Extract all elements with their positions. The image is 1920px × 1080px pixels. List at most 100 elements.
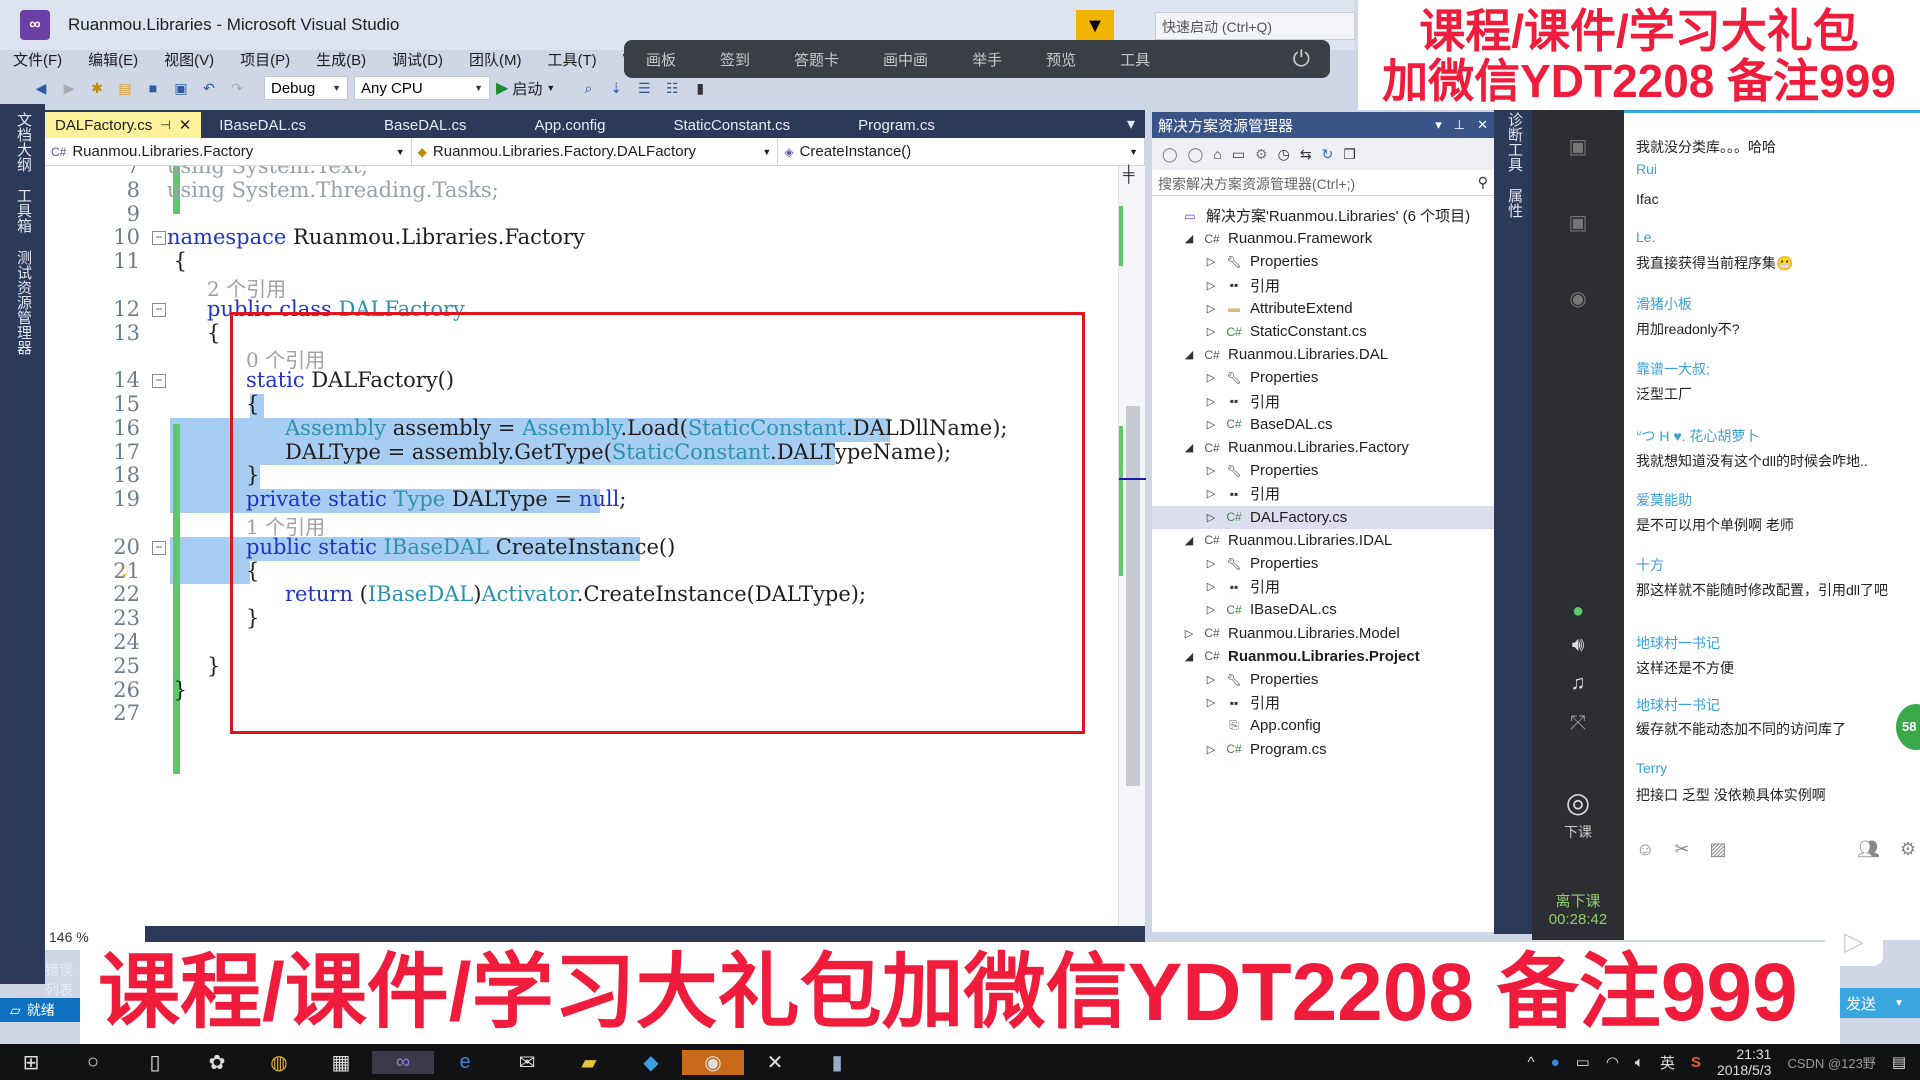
windows-start-icon[interactable]: ⊞ <box>0 1050 62 1075</box>
chat-username[interactable]: 十方 <box>1636 555 1664 575</box>
menu-edit[interactable]: 编辑(E) <box>75 49 151 70</box>
app-icon[interactable]: ◆ <box>620 1050 682 1075</box>
solution-tree-item[interactable]: ◢ C# Ruanmou.Libraries.DAL <box>1152 343 1494 366</box>
power-icon[interactable]: ⏻ <box>1293 46 1310 72</box>
solution-tree-item[interactable]: ▷ C# BaseDAL.cs <box>1152 413 1494 436</box>
menu-debug[interactable]: 调试(D) <box>379 49 456 70</box>
network-app-icon[interactable]: ● <box>1551 1054 1560 1071</box>
expand-arrow-icon[interactable]: ▷ <box>1204 464 1218 477</box>
collapse-arrow-icon[interactable]: ◢ <box>1182 232 1196 245</box>
classroom-preview[interactable]: 预览 <box>1024 49 1098 70</box>
solution-tree-item[interactable]: ◢ C# Ruanmou.Libraries.Project <box>1152 645 1494 668</box>
collapse-arrow-icon[interactable]: ◢ <box>1182 650 1196 663</box>
collapse-arrow-icon[interactable]: ◢ <box>1182 441 1196 454</box>
solution-tree-item[interactable]: ▷ 🔧︎ Properties <box>1152 668 1494 691</box>
save-all-icon[interactable]: ▣ <box>170 78 192 98</box>
settings-icon[interactable]: ⚙ <box>1900 839 1916 860</box>
menu-file[interactable]: 文件(F) <box>0 49 75 70</box>
history-icon[interactable]: ◷ <box>1278 146 1290 163</box>
tab-basedal[interactable]: BaseDAL.cs <box>324 112 485 138</box>
classroom-answer-card[interactable]: 答题卡 <box>772 49 861 70</box>
dock-tab-document-outline[interactable]: 文档大纲 <box>13 112 34 172</box>
classroom-drawing-board[interactable]: 画板 <box>624 49 698 70</box>
solution-tree-item[interactable]: ▷ ▬ AttributeExtend <box>1152 297 1494 320</box>
app-icon[interactable]: ▦ <box>310 1050 372 1075</box>
music-icon[interactable]: ♫ <box>1556 672 1600 695</box>
expand-arrow-icon[interactable]: ▷ <box>1204 395 1218 408</box>
send-button[interactable]: 发送 ▼ <box>1830 988 1920 1018</box>
dropdown-icon[interactable]: ▾ <box>1435 117 1442 133</box>
solution-tree-item[interactable]: ▷ 🔧︎ Properties <box>1152 250 1494 273</box>
solution-tree-item[interactable]: ⎘ App.config <box>1152 714 1494 737</box>
pin-icon[interactable]: ⊣ <box>160 118 170 132</box>
emoji-icon[interactable]: ☺ <box>1636 839 1654 860</box>
chat-username[interactable]: 地球村一书记 <box>1636 633 1720 653</box>
clock[interactable]: 21:31 2018/5/3 <box>1717 1046 1772 1078</box>
search-icon[interactable]: ⚲ <box>1478 174 1488 191</box>
menu-tools[interactable]: 工具(T) <box>534 49 609 70</box>
open-file-icon[interactable]: ▤ <box>114 78 136 98</box>
microphone-icon[interactable]: ● <box>1556 600 1600 623</box>
scrollbar-thumb[interactable] <box>1126 406 1140 786</box>
collapse-all-icon[interactable]: ❐ <box>1343 146 1356 163</box>
solution-platform-select[interactable]: Any CPU ▼ <box>354 76 490 100</box>
member-dropdown[interactable]: ◈ CreateInstance() ▼ <box>778 138 1146 165</box>
chat-username[interactable]: 靠谱一大叔; <box>1636 359 1710 379</box>
fold-toggle-icon[interactable]: − <box>152 540 166 555</box>
collapse-arrow-icon[interactable]: ◢ <box>1182 534 1196 547</box>
tab-program[interactable]: Program.cs <box>808 112 953 138</box>
quick-launch-input[interactable]: 快速启动 (Ctrl+Q) <box>1155 12 1355 40</box>
chat-username[interactable]: 地球村一书记 <box>1636 695 1720 715</box>
tab-dalfactory[interactable]: DALFactory.cs ⊣ ✕ <box>45 112 202 138</box>
expand-arrow-icon[interactable]: ▷ <box>1204 487 1218 500</box>
chrome-icon[interactable]: ◍ <box>248 1050 310 1075</box>
tab-overflow-icon[interactable]: ▾ <box>1117 114 1145 138</box>
fold-toggle-icon[interactable]: − <box>152 302 166 317</box>
tab-staticconstant[interactable]: StaticConstant.cs <box>623 112 808 138</box>
start-debug-button[interactable]: ▶ 启动 ▼ <box>496 78 555 99</box>
solution-config-select[interactable]: Debug ▼ <box>264 76 348 100</box>
expand-arrow-icon[interactable]: ▷ <box>1204 325 1218 338</box>
wifi-icon[interactable]: ◠ <box>1606 1053 1619 1071</box>
task-view-icon[interactable]: ▯ <box>124 1050 186 1075</box>
solution-tree-item[interactable]: ▷ 🔧︎ Properties <box>1152 459 1494 482</box>
fullscreen-icon[interactable]: ⤧ <box>1556 712 1600 735</box>
menu-build[interactable]: 生成(B) <box>303 49 379 70</box>
solution-tree-item[interactable]: ▷ C# Ruanmou.Libraries.Model <box>1152 622 1494 645</box>
collapse-arrow-icon[interactable]: ◢ <box>1182 348 1196 361</box>
pin-icon[interactable]: ⊥ <box>1454 117 1465 133</box>
forward-icon[interactable]: ◯ <box>1188 146 1204 163</box>
dock-tab-diagnostic-tools[interactable]: 诊断工具 <box>1504 112 1525 172</box>
tools-icon[interactable]: ✕ <box>744 1050 806 1075</box>
solution-search-input[interactable]: 搜索解决方案资源管理器(Ctrl+;) ⚲ <box>1152 170 1494 196</box>
tab-ibasedal[interactable]: IBaseDAL.cs <box>201 112 324 138</box>
solution-tree-item[interactable]: ▷ C# StaticConstant.cs <box>1152 320 1494 343</box>
visual-studio-icon[interactable]: ∞ <box>372 1050 434 1074</box>
menu-project[interactable]: 项目(P) <box>227 49 303 70</box>
solution-tree-item[interactable]: ▷ ▪▪ 引用 <box>1152 575 1494 598</box>
classroom-sign-in[interactable]: 签到 <box>698 49 772 70</box>
solution-tree-item[interactable]: ▷ C# DALFactory.cs <box>1152 505 1494 529</box>
solution-tree-item[interactable]: ▷ ▪▪ 引用 <box>1152 274 1494 297</box>
save-icon[interactable]: ■ <box>142 78 164 98</box>
solution-tree-item[interactable]: ▭ 解决方案'Ruanmou.Libraries' (6 个项目) <box>1152 204 1494 227</box>
chat-username[interactable]: 滑猪小板 <box>1636 294 1692 314</box>
show-hidden-icon[interactable]: ^ <box>1528 1054 1535 1071</box>
sync-icon[interactable]: ⇆ <box>1300 146 1312 163</box>
chat-username[interactable]: Le. <box>1636 229 1655 245</box>
expand-arrow-icon[interactable]: ▷ <box>1204 673 1218 686</box>
classroom-picture-in-picture[interactable]: 画中画 <box>861 49 950 70</box>
step-icon[interactable]: ⇣ <box>605 78 627 98</box>
mail-icon[interactable]: ✉ <box>496 1050 558 1075</box>
error-list-tab[interactable]: 错误列表 <box>45 960 85 1000</box>
classroom-raise-hand[interactable]: 举手 <box>950 49 1024 70</box>
app-icon[interactable]: ▮ <box>806 1050 868 1075</box>
ppt-icon[interactable]: ▣ <box>1556 134 1600 159</box>
back-icon[interactable]: ◯ <box>1162 146 1178 163</box>
screen-share-icon[interactable]: ▣ <box>1556 210 1600 235</box>
expand-arrow-icon[interactable]: ▷ <box>1204 279 1218 292</box>
fold-toggle-icon[interactable]: − <box>152 374 166 389</box>
expand-arrow-icon[interactable]: ▷ <box>1204 418 1218 431</box>
dock-tab-properties[interactable]: 属性 <box>1504 188 1525 218</box>
solution-tree-item[interactable]: ◢ C# Ruanmou.Libraries.Factory <box>1152 436 1494 459</box>
